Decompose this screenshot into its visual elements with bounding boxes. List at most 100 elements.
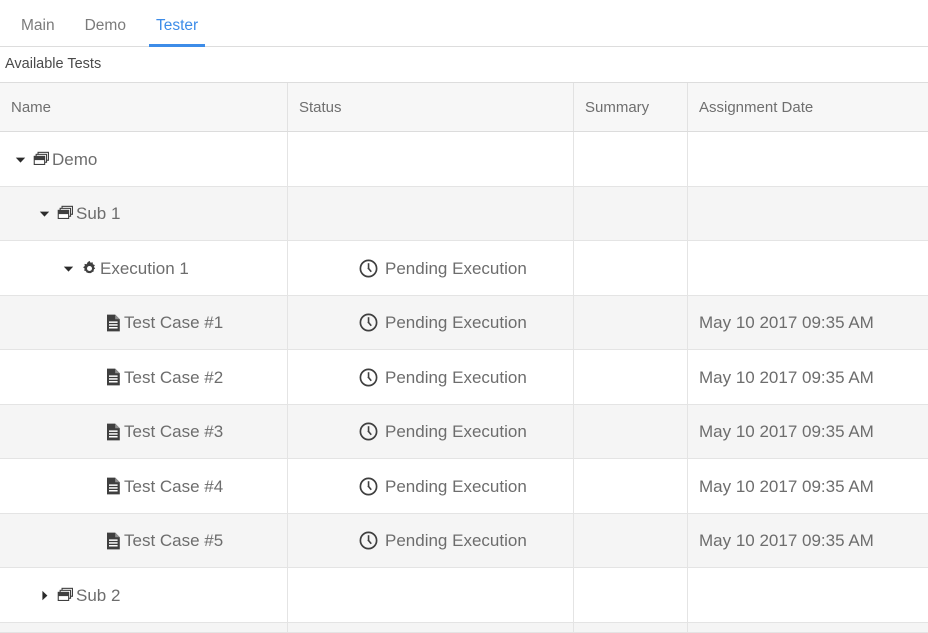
assignment-date-text: May 10 2017 09:35 AM — [699, 423, 874, 440]
clock-icon — [359, 531, 378, 550]
cell-name: Sub 2 — [0, 568, 288, 622]
document-icon — [103, 423, 123, 441]
status-text: Pending Execution — [385, 423, 527, 440]
status-badge: Pending Execution — [299, 531, 527, 550]
cell-summary — [574, 459, 688, 513]
document-icon — [103, 532, 123, 550]
document-icon — [103, 314, 123, 332]
cell-date — [688, 623, 928, 632]
tab-bar: MainDemoTester — [0, 0, 928, 47]
table-row[interactable]: Test Case #1 Pending Execution May 10 2017… — [0, 296, 928, 351]
assignment-date-text: May 10 2017 09:35 AM — [699, 314, 874, 331]
cell-date: May 10 2017 09:35 AM — [688, 459, 928, 513]
column-header-summary[interactable]: Summary — [574, 83, 688, 131]
tree-node-label: Test Case #2 — [124, 369, 223, 386]
table-header-row: NameStatusSummaryAssignment Date — [0, 83, 928, 132]
cell-name — [0, 623, 288, 632]
status-text: Pending Execution — [385, 260, 527, 277]
table-row[interactable]: Test Case #4 Pending Execution May 10 2017… — [0, 459, 928, 514]
cell-status — [288, 623, 574, 632]
cell-status: Pending Execution — [288, 241, 574, 295]
clock-icon — [359, 477, 378, 496]
cell-date — [688, 132, 928, 186]
cell-date — [688, 241, 928, 295]
cell-summary — [574, 623, 688, 632]
cell-date — [688, 187, 928, 241]
tree-node-label: Sub 1 — [76, 205, 120, 222]
assignment-date-text: May 10 2017 09:35 AM — [699, 478, 874, 495]
cell-summary — [574, 405, 688, 459]
tab-main[interactable]: Main — [6, 18, 70, 47]
page-title: Available Tests — [0, 47, 928, 82]
table-body: DemoSub 1Execution 1Pending ExecutionTes… — [0, 132, 928, 623]
triangle-right-icon[interactable] — [33, 590, 55, 601]
cell-summary — [574, 350, 688, 404]
table-row[interactable]: Sub 2 — [0, 568, 928, 623]
tree-node-label: Sub 2 — [76, 587, 120, 604]
cell-summary — [574, 187, 688, 241]
cell-summary — [574, 132, 688, 186]
cell-date: May 10 2017 09:35 AM — [688, 514, 928, 568]
gear-icon — [79, 260, 99, 277]
tree-node-label: Test Case #3 — [124, 423, 223, 440]
assignment-date-text: May 10 2017 09:35 AM — [699, 369, 874, 386]
status-text: Pending Execution — [385, 369, 527, 386]
clock-icon — [359, 259, 378, 278]
table-row[interactable]: Test Case #2 Pending Execution May 10 2017… — [0, 350, 928, 405]
status-text: Pending Execution — [385, 478, 527, 495]
cell-name: Execution 1 — [0, 241, 288, 295]
status-text: Pending Execution — [385, 532, 527, 549]
cell-status: Pending Execution — [288, 514, 574, 568]
clock-icon — [359, 313, 378, 332]
available-tests-table: NameStatusSummaryAssignment Date Demo Sub… — [0, 82, 928, 633]
cell-date: May 10 2017 09:35 AM — [688, 350, 928, 404]
cell-name: Demo — [0, 132, 288, 186]
tree-node-label: Execution 1 — [100, 260, 189, 277]
cell-summary — [574, 296, 688, 350]
document-icon — [103, 477, 123, 495]
stacked-files-icon — [55, 587, 75, 604]
cell-status — [288, 132, 574, 186]
stacked-files-icon — [55, 205, 75, 222]
column-header-name[interactable]: Name — [0, 83, 288, 131]
triangle-down-icon[interactable] — [9, 154, 31, 165]
status-badge: Pending Execution — [299, 477, 527, 496]
assignment-date-text: May 10 2017 09:35 AM — [699, 532, 874, 549]
triangle-down-icon[interactable] — [33, 208, 55, 219]
status-text: Pending Execution — [385, 314, 527, 331]
table-row[interactable]: Test Case #3 Pending Execution May 10 2017… — [0, 405, 928, 460]
status-badge: Pending Execution — [299, 259, 527, 278]
cell-summary — [574, 568, 688, 622]
status-badge: Pending Execution — [299, 368, 527, 387]
table-row[interactable]: Execution 1 Pending Execution — [0, 241, 928, 296]
tab-demo[interactable]: Demo — [70, 18, 141, 47]
column-header-date[interactable]: Assignment Date — [688, 83, 928, 131]
clock-icon — [359, 422, 378, 441]
cell-status: Pending Execution — [288, 459, 574, 513]
cell-date — [688, 568, 928, 622]
cell-name: Test Case #4 — [0, 459, 288, 513]
tab-tester[interactable]: Tester — [141, 18, 213, 47]
triangle-down-icon[interactable] — [57, 263, 79, 274]
clock-icon — [359, 368, 378, 387]
cell-date: May 10 2017 09:35 AM — [688, 296, 928, 350]
cell-status: Pending Execution — [288, 350, 574, 404]
cell-status — [288, 187, 574, 241]
cell-date: May 10 2017 09:35 AM — [688, 405, 928, 459]
status-badge: Pending Execution — [299, 422, 527, 441]
tree-node-label: Demo — [52, 151, 97, 168]
cell-name: Test Case #3 — [0, 405, 288, 459]
cell-name: Test Case #1 — [0, 296, 288, 350]
table-row[interactable]: Demo — [0, 132, 928, 187]
cell-status: Pending Execution — [288, 405, 574, 459]
tree-node-label: Test Case #4 — [124, 478, 223, 495]
cell-status — [288, 568, 574, 622]
table-row[interactable]: Sub 1 — [0, 187, 928, 242]
stacked-files-icon — [31, 151, 51, 168]
cell-name: Test Case #5 — [0, 514, 288, 568]
tree-node-label: Test Case #1 — [124, 314, 223, 331]
table-row[interactable]: Test Case #5 Pending Execution May 10 2017… — [0, 514, 928, 569]
cell-status: Pending Execution — [288, 296, 574, 350]
column-header-status[interactable]: Status — [288, 83, 574, 131]
cell-summary — [574, 514, 688, 568]
